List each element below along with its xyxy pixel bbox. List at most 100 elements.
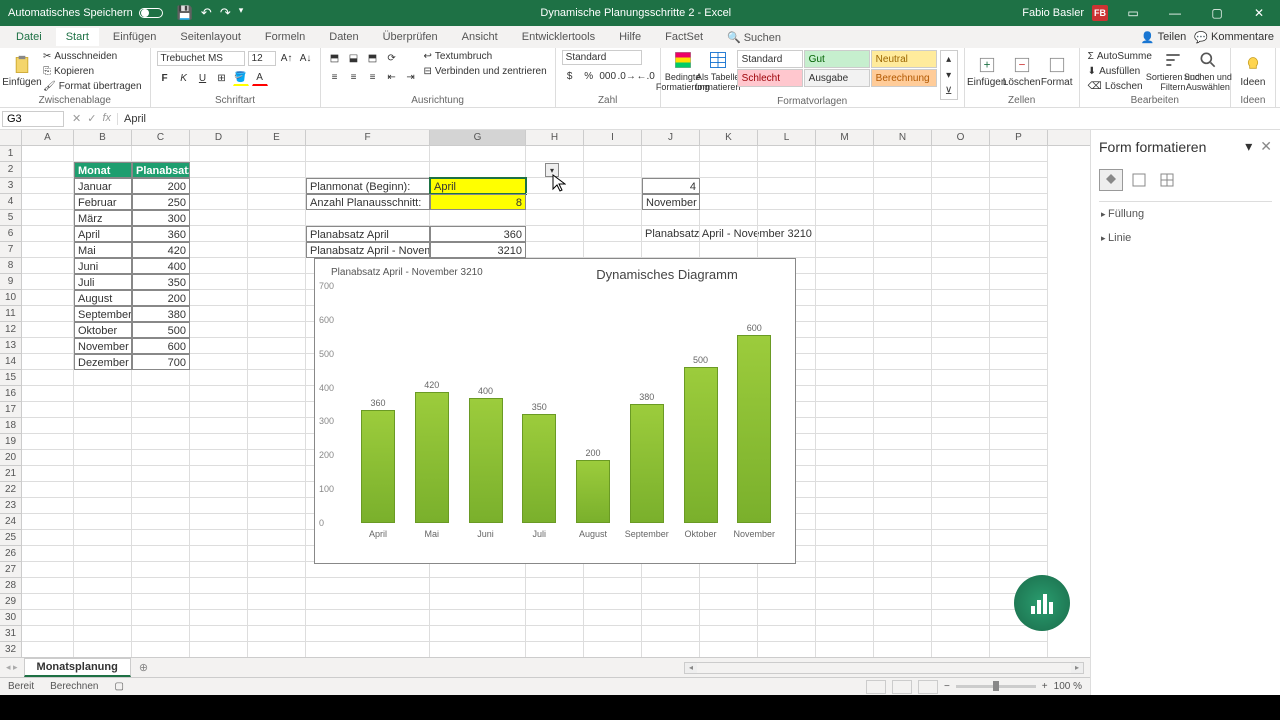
cell[interactable] bbox=[248, 626, 306, 642]
row-header[interactable]: 26 bbox=[0, 546, 22, 562]
cell[interactable] bbox=[22, 514, 74, 530]
cell[interactable] bbox=[74, 626, 132, 642]
cell[interactable] bbox=[816, 562, 874, 578]
cell[interactable] bbox=[190, 306, 248, 322]
cell[interactable]: Planmonat (Beginn): bbox=[306, 178, 430, 194]
cell[interactable] bbox=[700, 178, 758, 194]
cell[interactable] bbox=[190, 642, 248, 657]
cell[interactable] bbox=[248, 466, 306, 482]
column-header-H[interactable]: H bbox=[526, 130, 584, 145]
cell[interactable] bbox=[248, 578, 306, 594]
share-button[interactable]: 👤Teilen bbox=[1141, 31, 1186, 44]
cell[interactable] bbox=[248, 210, 306, 226]
cell[interactable] bbox=[22, 626, 74, 642]
cell[interactable] bbox=[816, 178, 874, 194]
cell[interactable]: Anzahl Planausschnitt: bbox=[306, 194, 430, 210]
search-box[interactable]: 🔍Suchen bbox=[717, 28, 791, 47]
cell[interactable] bbox=[190, 162, 248, 178]
cell[interactable] bbox=[816, 194, 874, 210]
cell[interactable] bbox=[132, 514, 190, 530]
row-header[interactable]: 11 bbox=[0, 306, 22, 322]
cell[interactable] bbox=[932, 370, 990, 386]
cut-button[interactable]: ✂Ausschneiden bbox=[41, 50, 144, 63]
cell[interactable] bbox=[816, 306, 874, 322]
style-schlecht[interactable]: Schlecht bbox=[737, 69, 803, 87]
cell[interactable] bbox=[932, 146, 990, 162]
cell[interactable] bbox=[132, 546, 190, 562]
sheet-tab-active[interactable]: Monatsplanung bbox=[24, 658, 131, 677]
cell[interactable] bbox=[22, 562, 74, 578]
cell[interactable] bbox=[932, 562, 990, 578]
cell[interactable] bbox=[248, 162, 306, 178]
cell[interactable] bbox=[932, 210, 990, 226]
enter-formula-icon[interactable]: ✓ bbox=[87, 112, 96, 125]
row-header[interactable]: 32 bbox=[0, 642, 22, 657]
cell[interactable] bbox=[190, 210, 248, 226]
cell[interactable] bbox=[990, 418, 1048, 434]
row-header[interactable]: 4 bbox=[0, 194, 22, 210]
cell[interactable] bbox=[248, 178, 306, 194]
cell[interactable] bbox=[816, 514, 874, 530]
cell[interactable] bbox=[642, 162, 700, 178]
cell[interactable] bbox=[816, 434, 874, 450]
chart-object[interactable]: Planabsatz April - November 3210 Dynamis… bbox=[314, 258, 796, 564]
cell[interactable] bbox=[584, 210, 642, 226]
format-cells-button[interactable]: Format bbox=[1041, 50, 1073, 92]
cell[interactable] bbox=[874, 514, 932, 530]
styles-scroll-down-icon[interactable]: ▾ bbox=[941, 67, 957, 83]
cell[interactable] bbox=[430, 210, 526, 226]
cell[interactable] bbox=[990, 194, 1048, 210]
cell[interactable] bbox=[584, 146, 642, 162]
cell[interactable] bbox=[758, 562, 816, 578]
autosum-button[interactable]: ΣAutoSumme bbox=[1086, 50, 1154, 63]
cell[interactable] bbox=[22, 210, 74, 226]
cell[interactable] bbox=[758, 194, 816, 210]
row-header[interactable]: 15 bbox=[0, 370, 22, 386]
cell[interactable] bbox=[248, 562, 306, 578]
select-all-corner[interactable] bbox=[0, 130, 22, 145]
column-header-C[interactable]: C bbox=[132, 130, 190, 145]
cell[interactable] bbox=[584, 226, 642, 242]
cell[interactable] bbox=[816, 418, 874, 434]
sheet-nav-prev[interactable]: ◂ ▸ bbox=[0, 662, 24, 673]
cell[interactable] bbox=[816, 626, 874, 642]
cell[interactable] bbox=[700, 210, 758, 226]
column-header-F[interactable]: F bbox=[306, 130, 430, 145]
cell[interactable]: 250 bbox=[132, 194, 190, 210]
cell[interactable] bbox=[932, 226, 990, 242]
cell[interactable]: 380 bbox=[132, 306, 190, 322]
cell[interactable] bbox=[190, 594, 248, 610]
cell[interactable] bbox=[584, 242, 642, 258]
cell[interactable] bbox=[816, 354, 874, 370]
cell[interactable] bbox=[874, 578, 932, 594]
cell[interactable] bbox=[932, 610, 990, 626]
cell[interactable] bbox=[816, 578, 874, 594]
cell[interactable] bbox=[526, 642, 584, 657]
cell[interactable] bbox=[932, 434, 990, 450]
cell[interactable] bbox=[932, 642, 990, 657]
cell[interactable] bbox=[990, 482, 1048, 498]
cell[interactable] bbox=[816, 146, 874, 162]
row-header[interactable]: 28 bbox=[0, 578, 22, 594]
cell[interactable] bbox=[874, 242, 932, 258]
cell[interactable] bbox=[526, 146, 584, 162]
row-header[interactable]: 6 bbox=[0, 226, 22, 242]
column-header-K[interactable]: K bbox=[700, 130, 758, 145]
cell[interactable] bbox=[248, 370, 306, 386]
cell[interactable] bbox=[932, 546, 990, 562]
row-header[interactable]: 18 bbox=[0, 418, 22, 434]
redo-icon[interactable]: ↷ bbox=[220, 5, 231, 21]
cell[interactable] bbox=[816, 274, 874, 290]
cell[interactable] bbox=[306, 162, 430, 178]
cell[interactable] bbox=[932, 530, 990, 546]
cell[interactable] bbox=[584, 178, 642, 194]
cell[interactable] bbox=[190, 274, 248, 290]
cell[interactable] bbox=[430, 610, 526, 626]
cell[interactable]: September bbox=[74, 306, 132, 322]
panel-close-icon[interactable]: ✕ bbox=[1260, 138, 1272, 154]
cell[interactable] bbox=[990, 274, 1048, 290]
cell[interactable] bbox=[248, 274, 306, 290]
style-ausgabe[interactable]: Ausgabe bbox=[804, 69, 870, 87]
cell[interactable] bbox=[758, 642, 816, 657]
cell[interactable] bbox=[758, 146, 816, 162]
